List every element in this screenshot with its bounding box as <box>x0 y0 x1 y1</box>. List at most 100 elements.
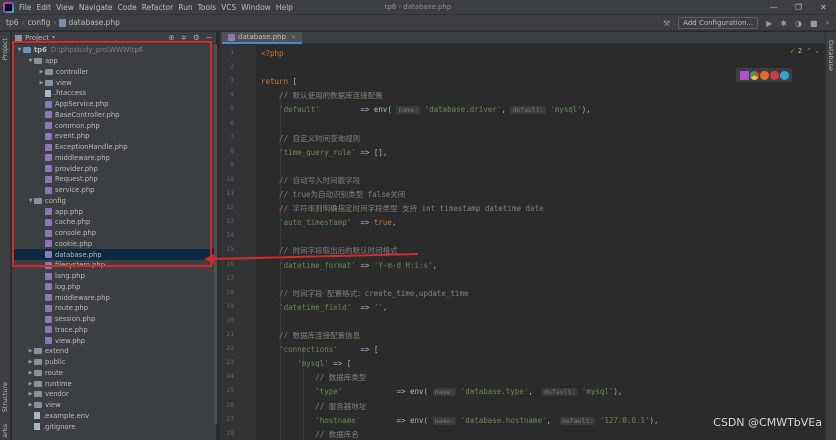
tree-item[interactable]: ▼ tp6 D:\phpstudy_pro\WWW\tp6 <box>12 45 216 56</box>
stop-icon[interactable]: ■ <box>810 19 818 28</box>
tree-item-label: route <box>45 368 63 377</box>
tree-item[interactable]: middleware.php <box>12 153 216 164</box>
database-tool-tab[interactable]: Database <box>827 40 835 71</box>
tree-item[interactable]: session.php <box>12 314 216 325</box>
debug-icon[interactable]: ✱ <box>780 19 787 28</box>
code-line: 'connections' => [ <box>261 343 378 356</box>
dropdown-chevron-icon[interactable]: ▾ <box>52 34 55 41</box>
tree-item[interactable]: database.php <box>12 249 216 260</box>
coverage-icon[interactable]: ◑ <box>795 19 802 28</box>
chevron-right-icon[interactable]: ▶ <box>27 381 34 387</box>
menu-item-help[interactable]: Help <box>276 3 293 12</box>
chevron-up-icon[interactable]: ⌃ <box>806 47 812 55</box>
tree-item[interactable]: ▼ config <box>12 196 216 207</box>
menu-item-tools[interactable]: Tools <box>198 3 216 12</box>
tree-item[interactable]: provider.php <box>12 163 216 174</box>
tree-item[interactable]: app.php <box>12 206 216 217</box>
collapse-icon[interactable]: ≑ <box>181 32 187 44</box>
menu-item-view[interactable]: View <box>56 3 74 12</box>
tree-item[interactable]: .gitignore <box>12 421 216 432</box>
minimize-button[interactable]: — <box>761 0 786 15</box>
chevron-down-icon[interactable]: ▼ <box>27 198 34 204</box>
menu-item-window[interactable]: Window <box>241 3 271 12</box>
chevron-down-icon[interactable]: ⌄ <box>814 47 820 55</box>
tree-item[interactable]: ▶ vendor <box>12 389 216 400</box>
code-editor[interactable]: <?php return [ // 默认使用的数据库连接配置 'default' … <box>256 45 825 440</box>
tree-item[interactable]: event.php <box>12 131 216 142</box>
chevron-right-icon[interactable]: ▶ <box>27 402 34 408</box>
tree-item[interactable]: cookie.php <box>12 239 216 250</box>
tree-item[interactable]: service.php <box>12 185 216 196</box>
menu-item-code[interactable]: Code <box>118 3 137 12</box>
chevron-down-icon[interactable]: ▼ <box>27 58 34 64</box>
tree-item[interactable]: ▶ extend <box>12 346 216 357</box>
chevron-down-icon[interactable]: ▼ <box>16 47 23 53</box>
opera-icon[interactable] <box>769 70 779 80</box>
tree-item[interactable]: Request.php <box>12 174 216 185</box>
tree-item[interactable]: ▶ view <box>12 400 216 411</box>
tree-item[interactable]: route.php <box>12 303 216 314</box>
menu-item-edit[interactable]: Edit <box>37 3 52 12</box>
menu-item-refactor[interactable]: Refactor <box>142 3 173 12</box>
tree-item[interactable]: ▶ view <box>12 77 216 88</box>
firefox-icon[interactable] <box>759 70 769 80</box>
chevron-right-icon[interactable]: ▶ <box>27 370 34 376</box>
browser-preview-bar <box>736 68 792 82</box>
chevron-right-icon[interactable]: ▶ <box>38 69 45 75</box>
bookmarks-tool-tab[interactable]: arks <box>1 424 9 438</box>
hide-icon[interactable]: − <box>206 32 212 44</box>
chevron-right-icon[interactable]: ▶ <box>27 348 34 354</box>
tree-item[interactable]: trace.php <box>12 325 216 336</box>
tree-item[interactable]: common.php <box>12 120 216 131</box>
gear-icon[interactable]: ⚙ <box>193 32 200 44</box>
inspection-widget[interactable]: ✓ 2 ⌃ ⌄ <box>790 47 820 55</box>
project-tool-tab[interactable]: Project <box>1 38 9 60</box>
add-configuration-button[interactable]: Add Configuration... <box>678 17 759 29</box>
tree-item[interactable]: ▶ route <box>12 368 216 379</box>
folder-icon <box>34 391 42 398</box>
tree-item[interactable]: AppService.php <box>12 99 216 110</box>
tree-item[interactable]: view.php <box>12 335 216 346</box>
run-icon[interactable]: ▶ <box>766 19 772 28</box>
editor-tab-database[interactable]: database.php × <box>222 32 303 44</box>
structure-tool-tab[interactable]: Structure <box>1 382 9 412</box>
tree-item[interactable]: .example.env <box>12 411 216 422</box>
chevron-right-icon[interactable]: ▶ <box>27 391 34 397</box>
tree-scrollbar[interactable] <box>214 44 217 424</box>
project-panel-title[interactable]: Project <box>25 34 49 42</box>
tree-item[interactable]: middleware.php <box>12 292 216 303</box>
tree-item[interactable]: .htaccess <box>12 88 216 99</box>
tree-item[interactable]: ExceptionHandle.php <box>12 142 216 153</box>
close-button[interactable]: ✕ <box>811 0 836 15</box>
menu-item-navigate[interactable]: Navigate <box>79 3 113 12</box>
menu-item-vcs[interactable]: VCS <box>221 3 236 12</box>
tree-item[interactable]: filesystem.php <box>12 260 216 271</box>
breadcrumb-project[interactable]: tp6 <box>6 18 18 27</box>
maximize-button[interactable]: ❐ <box>786 0 811 15</box>
hammer-icon[interactable]: ⚒ <box>663 19 670 28</box>
tree-item[interactable]: ▶ public <box>12 357 216 368</box>
menu-item-file[interactable]: File <box>19 3 32 12</box>
phpstorm-browser-icon[interactable] <box>739 70 749 80</box>
tree-item[interactable]: log.php <box>12 282 216 293</box>
code-line: // 数据库连接配置信息 <box>261 329 360 342</box>
tree-item[interactable]: ▶ runtime <box>12 378 216 389</box>
chrome-icon[interactable] <box>749 70 759 80</box>
breadcrumb-file[interactable]: database.php <box>68 18 119 27</box>
locate-icon[interactable]: ⊕ <box>168 32 174 44</box>
tree-item[interactable]: console.php <box>12 228 216 239</box>
close-tab-icon[interactable]: × <box>291 34 296 41</box>
tree-item[interactable]: ▼ app <box>12 56 216 67</box>
folder-icon <box>34 197 42 204</box>
chevron-right-icon[interactable]: ▶ <box>38 80 45 86</box>
edge-icon[interactable] <box>779 70 789 80</box>
breadcrumb-folder[interactable]: config <box>27 18 50 27</box>
chevron-right-icon[interactable]: ▶ <box>27 359 34 365</box>
tree-item[interactable]: lang.php <box>12 271 216 282</box>
tree-item[interactable]: BaseController.php <box>12 110 216 121</box>
tree-item[interactable]: ▶ controller <box>12 67 216 78</box>
tree-item[interactable]: cache.php <box>12 217 216 228</box>
code-line: 'hostname' => env( name: 'database.hostn… <box>261 414 659 427</box>
menu-item-run[interactable]: Run <box>178 3 192 12</box>
search-icon[interactable]: ⌕ <box>826 18 830 28</box>
